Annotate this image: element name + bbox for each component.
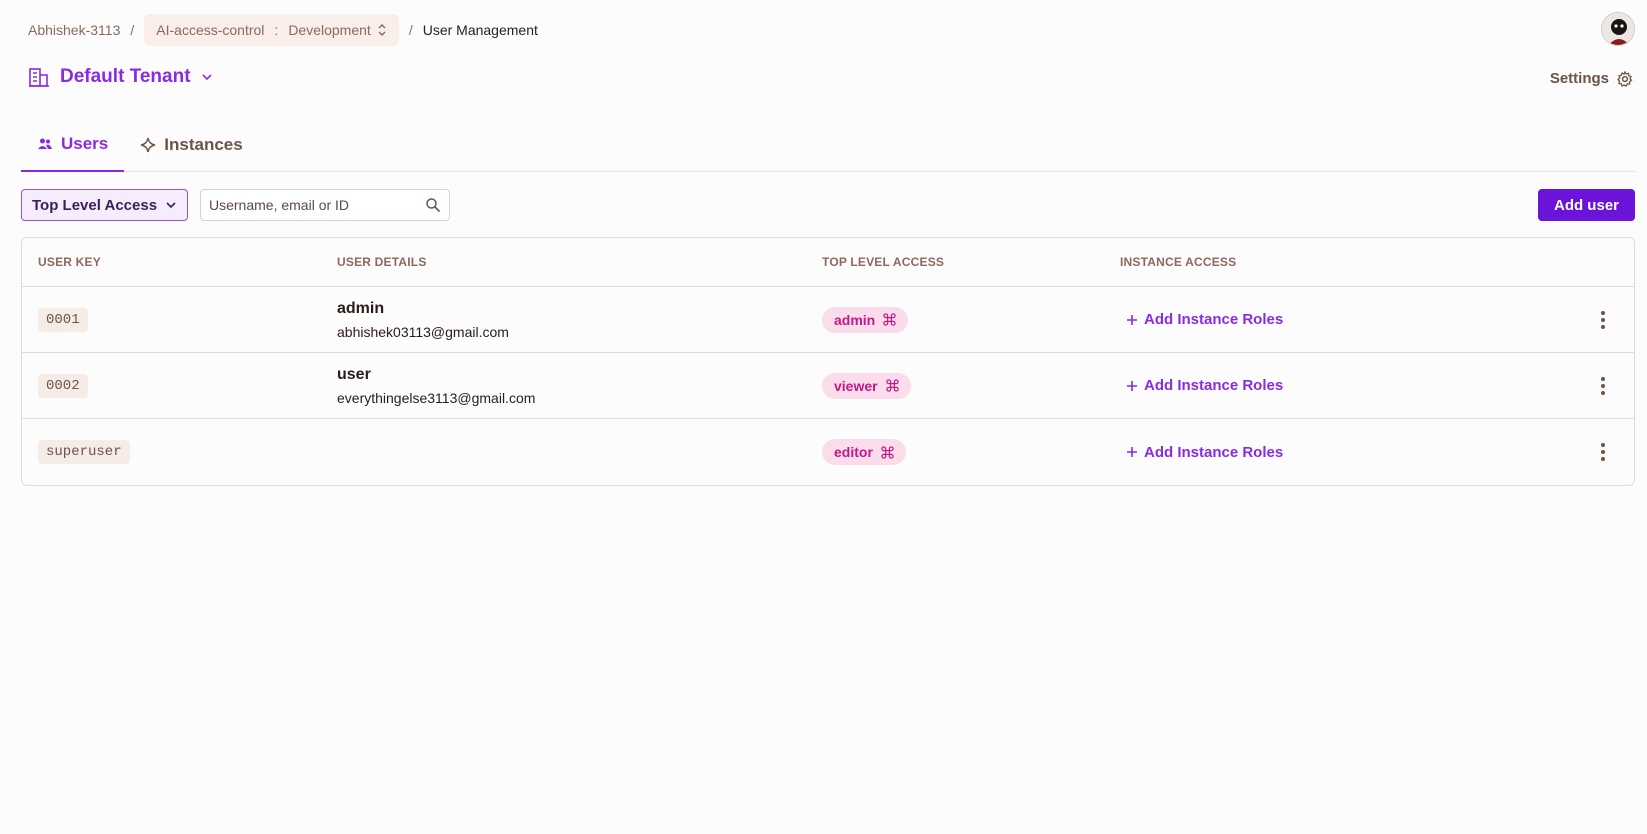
search-box	[200, 189, 450, 221]
plus-icon	[1127, 380, 1137, 391]
search-input[interactable]	[209, 197, 425, 213]
breadcrumb-project: AI-access-control	[156, 22, 265, 38]
role-label: viewer	[834, 377, 878, 394]
project-env-switcher[interactable]: AI-access-control : Development	[144, 14, 399, 46]
header-user-key: USER KEY	[38, 255, 101, 269]
breadcrumb-org[interactable]: Abhishek-3113	[28, 22, 120, 38]
tab-bar: Users Instances	[21, 118, 1635, 172]
table-row: 0002 user everythingelse3113@gmail.com v…	[22, 353, 1634, 419]
user-key: superuser	[38, 440, 130, 464]
users-icon	[38, 138, 52, 149]
header-user-details: USER DETAILS	[337, 255, 427, 269]
tab-users[interactable]: Users	[21, 118, 125, 172]
plus-icon	[1127, 314, 1137, 325]
breadcrumb-env: Development	[288, 22, 371, 38]
more-options-icon[interactable]	[1598, 376, 1608, 395]
sparkle-icon	[141, 137, 156, 153]
chevron-updown-icon	[378, 23, 386, 37]
user-details: admin abhishek03113@gmail.com	[337, 300, 509, 340]
tenant-selector[interactable]: Default Tenant	[28, 66, 213, 88]
command-icon	[881, 445, 894, 459]
header-instance-access: INSTANCE ACCESS	[1120, 255, 1237, 269]
top-level-access-filter[interactable]: Top Level Access	[21, 189, 189, 221]
role-chip[interactable]: admin	[822, 306, 909, 333]
avatar-image-icon	[1602, 13, 1634, 45]
chevron-down-icon	[201, 74, 212, 81]
add-instance-roles-button[interactable]: Add Instance Roles	[1120, 311, 1283, 328]
role-chip[interactable]: viewer	[822, 372, 911, 399]
role-chip[interactable]: editor	[822, 439, 906, 465]
role-label: editor	[834, 444, 873, 460]
user-name: admin	[337, 299, 385, 317]
breadcrumb-current: User Management	[422, 22, 538, 38]
plus-icon	[1127, 447, 1137, 457]
role-label: admin	[834, 311, 876, 328]
user-email: abhishek03113@gmail.com	[337, 323, 509, 340]
table-header: USER KEY USER DETAILS TOP LEVEL ACCESS I…	[22, 238, 1634, 287]
table-row: 0001 admin abhishek03113@gmail.com admin…	[22, 287, 1634, 353]
tab-instances[interactable]: Instances	[124, 118, 258, 172]
add-instance-roles-button[interactable]: Add Instance Roles	[1120, 444, 1283, 461]
add-user-button[interactable]: Add user	[1537, 189, 1635, 221]
breadcrumb-colon: :	[274, 22, 279, 38]
breadcrumb-separator: /	[408, 22, 413, 38]
tab-users-label: Users	[61, 134, 109, 153]
user-name: user	[337, 365, 371, 383]
building-icon	[29, 68, 49, 87]
avatar[interactable]	[1601, 12, 1635, 46]
user-key: 0001	[38, 307, 88, 332]
filter-label: Top Level Access	[32, 196, 158, 214]
command-icon	[885, 379, 899, 392]
breadcrumb: Abhishek-3113 / AI-access-control : Deve…	[28, 14, 538, 46]
users-table: USER KEY USER DETAILS TOP LEVEL ACCESS I…	[21, 237, 1635, 486]
command-icon	[883, 313, 896, 326]
user-management-page: Abhishek-3113 / AI-access-control : Deve…	[0, 0, 1647, 834]
settings-button[interactable]: Settings	[1550, 70, 1633, 87]
add-instance-roles-label: Add Instance Roles	[1144, 443, 1284, 461]
more-options-icon[interactable]	[1598, 443, 1608, 461]
add-instance-roles-button[interactable]: Add Instance Roles	[1120, 377, 1283, 394]
more-options-icon[interactable]	[1598, 310, 1608, 329]
settings-label: Settings	[1549, 70, 1609, 87]
tenant-title: Default Tenant	[60, 66, 191, 87]
add-instance-roles-label: Add Instance Roles	[1144, 311, 1284, 328]
user-email: everythingelse3113@gmail.com	[337, 389, 536, 406]
header-top-level-access: TOP LEVEL ACCESS	[822, 255, 945, 269]
table-row: superuser editor Add Instance Roles	[22, 419, 1634, 485]
search-icon[interactable]	[425, 197, 441, 213]
breadcrumb-separator: /	[130, 22, 135, 38]
tab-instances-label: Instances	[164, 135, 243, 154]
user-details: user everythingelse3113@gmail.com	[337, 366, 535, 406]
chevron-down-icon	[166, 202, 176, 209]
user-key: 0002	[38, 373, 88, 398]
gear-icon	[1617, 70, 1633, 87]
add-instance-roles-label: Add Instance Roles	[1144, 377, 1284, 394]
